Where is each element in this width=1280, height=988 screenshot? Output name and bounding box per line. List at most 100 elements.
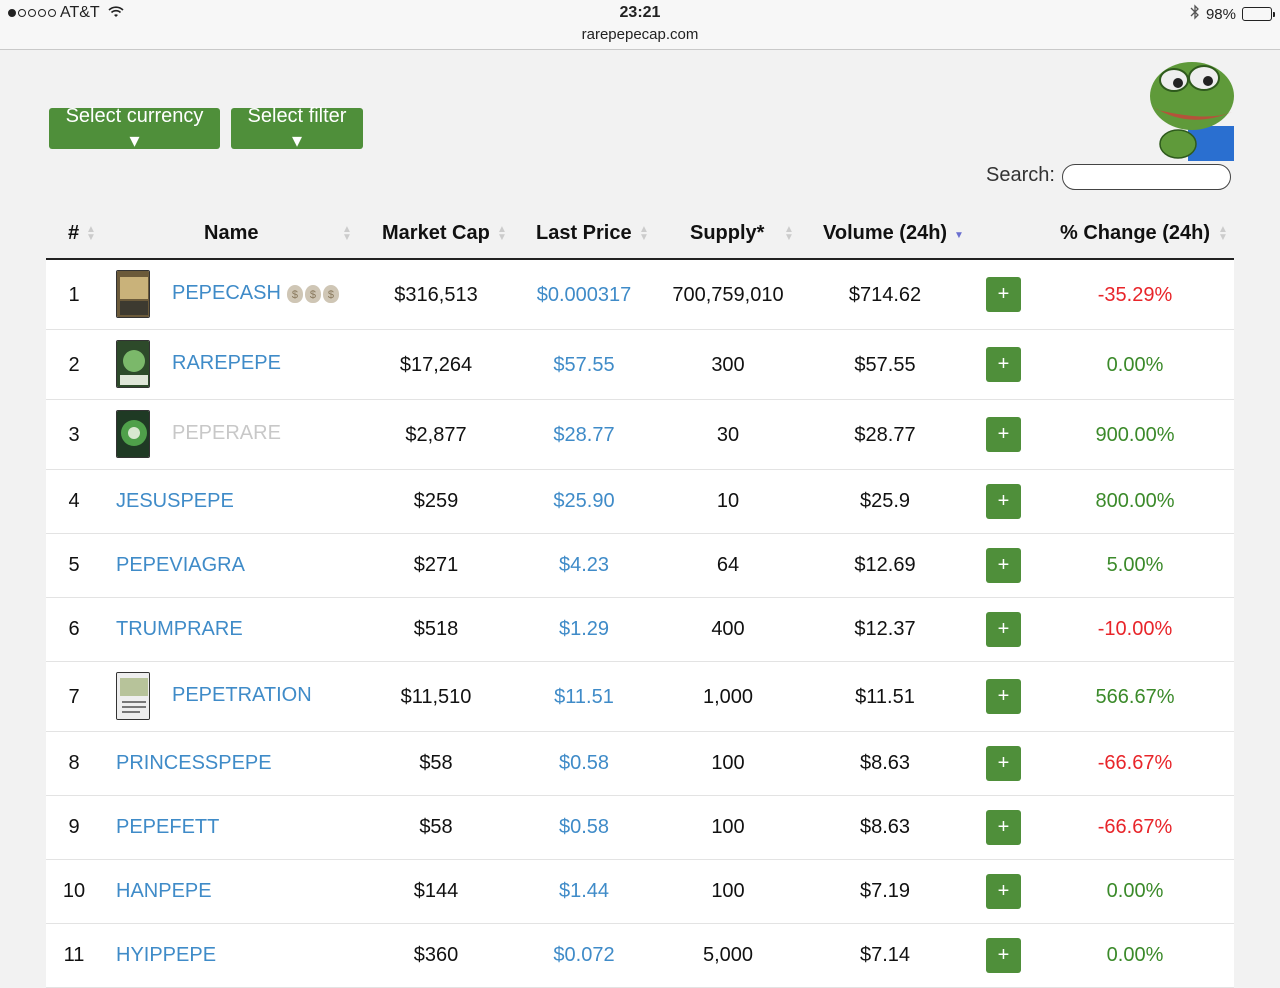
sort-icon[interactable]: ▲ ▼ <box>639 225 649 243</box>
add-button[interactable]: + <box>986 484 1021 519</box>
coin-name-link[interactable]: PEPEVIAGRA <box>116 554 245 577</box>
sort-icon[interactable]: ▲ ▼ <box>342 225 352 243</box>
supply: 30 <box>716 424 740 446</box>
header-num[interactable]: # <box>68 222 79 245</box>
change-percent: 800.00% <box>1095 490 1175 512</box>
coin-name-link[interactable]: JESUSPEPE <box>116 490 234 513</box>
row-rank: 8 <box>68 752 80 774</box>
market-cap: $144 <box>413 880 459 902</box>
row-rank: 9 <box>68 816 80 838</box>
table-row[interactable]: 7 PEPETRATION $11,510 $11.51 1,000 $11.5… <box>46 662 1234 732</box>
card-thumbnail[interactable] <box>116 410 150 458</box>
add-button[interactable]: + <box>986 938 1021 973</box>
coin-name-link[interactable]: HANPEPE <box>116 880 212 903</box>
last-price-link[interactable]: $28.77 <box>524 424 644 447</box>
add-button[interactable]: + <box>986 548 1021 583</box>
header-volume[interactable]: Volume (24h) <box>823 222 947 245</box>
last-price-link[interactable]: $4.23 <box>524 554 644 577</box>
table-row[interactable]: 9 PEPEFETT $58 $0.58 100 $8.63 + -66.67% <box>46 796 1234 860</box>
pepe-logo <box>1148 56 1234 161</box>
sort-icon[interactable]: ▲ ▼ <box>497 225 507 243</box>
table-row[interactable]: 5 PEPEVIAGRA $271 $4.23 64 $12.69 + 5.00… <box>46 534 1234 598</box>
last-price-link[interactable]: $57.55 <box>524 354 644 377</box>
volume: $25.9 <box>859 490 911 512</box>
volume: $11.51 <box>855 686 915 708</box>
last-price-link[interactable]: $0.072 <box>524 944 644 967</box>
coin-name-link[interactable]: TRUMPRARE <box>116 618 243 641</box>
row-rank: 6 <box>68 618 80 640</box>
market-cap: $58 <box>419 816 453 838</box>
last-price-link[interactable]: $1.29 <box>524 618 644 641</box>
change-percent: 0.00% <box>1106 880 1164 902</box>
last-price-link[interactable]: $1.44 <box>524 880 644 903</box>
header-last-price[interactable]: Last Price <box>536 222 632 245</box>
coin-name-link[interactable]: PEPEFETT <box>116 816 219 839</box>
sort-icon[interactable]: ▲ ▼ <box>1218 225 1228 243</box>
supply: 400 <box>711 618 745 640</box>
url-bar[interactable]: rarepepecap.com <box>0 26 1280 43</box>
supply: 300 <box>711 354 745 376</box>
bluetooth-icon <box>1190 4 1200 24</box>
table-row[interactable]: 2 RAREPEPE $17,264 $57.55 300 $57.55 + 0… <box>46 330 1234 400</box>
add-button[interactable]: + <box>986 746 1021 781</box>
select-filter-button[interactable]: Select filter ▾ <box>231 105 363 152</box>
coin-name-link[interactable]: PEPETRATION <box>172 684 312 707</box>
row-rank: 7 <box>68 686 80 708</box>
card-thumbnail[interactable] <box>116 672 150 720</box>
coin-name-link[interactable]: PEPECASH $ $ $ <box>172 282 339 305</box>
add-button[interactable]: + <box>986 612 1021 647</box>
last-price-link[interactable]: $0.58 <box>524 816 644 839</box>
add-button[interactable]: + <box>986 679 1021 714</box>
header-market-cap[interactable]: Market Cap <box>382 222 490 245</box>
change-percent: -66.67% <box>1097 816 1173 838</box>
add-button[interactable]: + <box>986 277 1021 312</box>
change-percent: 900.00% <box>1095 424 1175 446</box>
last-price-link[interactable]: $0.58 <box>524 752 644 775</box>
coin-name-link[interactable]: PEPERARE <box>172 422 281 445</box>
volume: $57.55 <box>854 354 916 376</box>
table-row[interactable]: 8 PRINCESSPEPE $58 $0.58 100 $8.63 + -66… <box>46 732 1234 796</box>
coin-name-link[interactable]: RAREPEPE <box>172 352 281 375</box>
last-price-link[interactable]: $11.51 <box>524 686 644 709</box>
change-percent: 566.67% <box>1095 686 1175 708</box>
search-label: Search: <box>986 164 1055 186</box>
change-percent: -10.00% <box>1097 618 1173 640</box>
table-row[interactable]: 1 PEPECASH $ $ $ $316,513 $0.000317 700,759… <box>46 260 1234 330</box>
coin-name-link[interactable]: HYIPPEPE <box>116 944 216 967</box>
last-price-link[interactable]: $25.90 <box>524 490 644 513</box>
battery-percent: 98% <box>1205 5 1236 23</box>
header-supply[interactable]: Supply* <box>690 222 764 245</box>
volume: $7.14 <box>859 944 911 966</box>
add-button[interactable]: + <box>986 417 1021 452</box>
table-row[interactable]: 10 HANPEPE $144 $1.44 100 $7.19 + 0.00% <box>46 860 1234 924</box>
header-name[interactable]: Name <box>204 222 258 245</box>
header-change[interactable]: % Change (24h) <box>1060 222 1210 245</box>
table-row[interactable]: 6 TRUMPRARE $518 $1.29 400 $12.37 + -10.… <box>46 598 1234 662</box>
add-button[interactable]: + <box>986 810 1021 845</box>
sort-icon[interactable]: ▲ ▼ <box>86 225 96 243</box>
market-cap: $17,264 <box>399 354 473 376</box>
market-cap: $518 <box>413 618 459 640</box>
volume: $12.37 <box>854 618 916 640</box>
change-percent: -35.29% <box>1097 284 1173 306</box>
add-button[interactable]: + <box>986 874 1021 909</box>
search-input[interactable] <box>1062 164 1231 190</box>
table-row[interactable]: 4 JESUSPEPE $259 $25.90 10 $25.9 + 800.0… <box>46 470 1234 534</box>
supply: 10 <box>716 490 740 512</box>
select-currency-button[interactable]: Select currency ▾ <box>49 105 220 152</box>
card-thumbnail[interactable] <box>116 340 150 388</box>
sort-desc-icon[interactable]: ▼ <box>954 231 964 241</box>
supply: 5,000 <box>702 944 754 966</box>
coin-name-link[interactable]: PRINCESSPEPE <box>116 752 272 775</box>
change-percent: 0.00% <box>1106 944 1164 966</box>
add-button[interactable]: + <box>986 347 1021 382</box>
supply: 100 <box>711 816 745 838</box>
table-row[interactable]: 11 HYIPPEPE $360 $0.072 5,000 $7.14 + 0.… <box>46 924 1234 988</box>
volume: $7.19 <box>859 880 911 902</box>
table-row[interactable]: 3 PEPERARE $2,877 $28.77 30 $28.77 + 900… <box>46 400 1234 470</box>
last-price-link[interactable]: $0.000317 <box>524 284 644 307</box>
sort-icon[interactable]: ▲ ▼ <box>784 225 794 243</box>
card-thumbnail[interactable] <box>116 270 150 318</box>
supply: 1,000 <box>702 686 754 708</box>
clock: 23:21 <box>619 4 661 21</box>
